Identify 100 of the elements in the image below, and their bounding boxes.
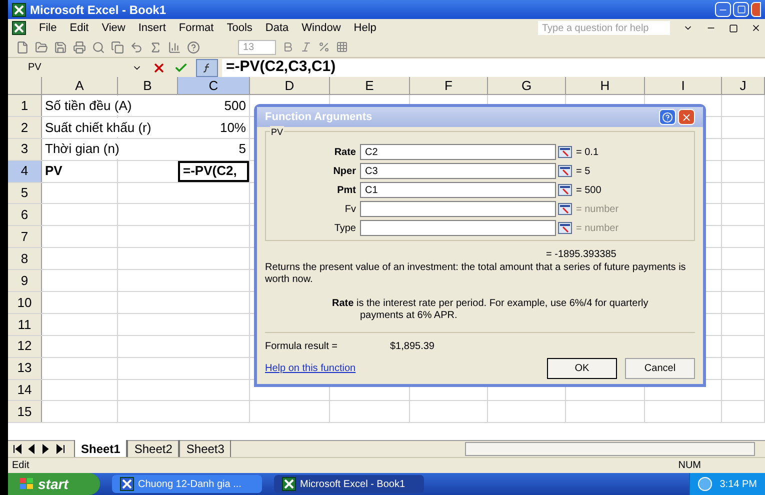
sheet-tab[interactable]: Sheet1 — [74, 440, 128, 458]
function-description: Returns the present value of an investment: the total amount that a series of future payments is worth now. — [265, 262, 687, 286]
bold-icon[interactable] — [282, 41, 294, 53]
row-header[interactable]: 13 — [8, 358, 42, 379]
help-link[interactable]: Help on this function — [265, 361, 356, 376]
row-header[interactable]: 15 — [8, 401, 42, 422]
menu-item[interactable]: Insert — [138, 20, 166, 36]
sheet-tab[interactable]: Sheet3 — [179, 440, 232, 458]
menu-item[interactable]: Data — [265, 20, 289, 36]
row-header[interactable]: 14 — [8, 380, 42, 400]
collapse-dialog-icon[interactable] — [558, 184, 572, 196]
row-header[interactable]: 6 — [8, 204, 42, 226]
taskbar-button[interactable]: Microsoft Excel - Book1 — [274, 475, 424, 493]
name-box[interactable]: PV — [8, 58, 148, 76]
borders-icon[interactable] — [336, 41, 348, 53]
help-icon — [662, 112, 673, 122]
column-header[interactable]: A — [42, 77, 118, 94]
row-header[interactable]: 2 — [8, 116, 42, 138]
status-num: NUM — [678, 459, 701, 473]
menu-item[interactable]: Help — [354, 20, 376, 36]
menu-item[interactable]: File — [39, 20, 57, 36]
taskbar-button[interactable]: Chuong 12-Danh gia ... — [112, 475, 262, 493]
cancel-icon[interactable] — [152, 60, 166, 74]
column-header[interactable]: G — [488, 77, 566, 94]
start-button[interactable]: start — [8, 473, 100, 495]
printer-icon[interactable] — [73, 40, 86, 54]
menu-item[interactable]: Tools — [226, 20, 252, 36]
argument-field[interactable]: C3 — [360, 163, 556, 179]
status-mode: Edit — [12, 459, 30, 473]
column-header[interactable]: H — [566, 77, 645, 94]
column-header[interactable]: C — [178, 77, 250, 94]
chart-icon[interactable] — [168, 40, 181, 54]
menu-item[interactable]: View — [102, 20, 126, 36]
row-header[interactable]: 3 — [8, 138, 42, 160]
save-icon[interactable] — [54, 40, 67, 54]
menu-item[interactable]: Window — [302, 20, 341, 36]
column-header[interactable]: J — [722, 77, 765, 94]
argument-label: Type — [333, 222, 357, 236]
help-icon[interactable] — [187, 40, 200, 54]
restore-icon — [736, 5, 746, 14]
row-header[interactable]: 7 — [8, 226, 42, 248]
collapse-dialog-icon[interactable] — [558, 222, 572, 234]
italic-icon[interactable] — [300, 41, 312, 53]
restore-workbook-icon[interactable] — [729, 24, 738, 32]
dialog-title: Function Arguments — [265, 110, 372, 125]
excel-icon — [12, 2, 26, 16]
table-cell-text: 10% — [218, 118, 247, 137]
close-button[interactable] — [678, 109, 695, 125]
clock: 3:14 PM — [720, 478, 757, 492]
help-button[interactable] — [659, 109, 676, 125]
sigma-icon[interactable] — [149, 40, 162, 54]
column-header[interactable]: E — [330, 77, 410, 94]
copy-icon[interactable] — [111, 40, 124, 54]
undo-icon[interactable] — [130, 40, 143, 54]
row-header[interactable]: 4 — [8, 160, 42, 182]
flag-icon — [20, 478, 34, 490]
restore-button[interactable] — [733, 2, 749, 17]
argument-result: = 5 — [576, 164, 590, 178]
row-header[interactable]: 10 — [8, 292, 42, 313]
horizontal-scrollbar[interactable] — [465, 442, 755, 456]
column-header[interactable]: F — [410, 77, 488, 94]
row-header[interactable]: 11 — [8, 314, 42, 335]
row-header[interactable]: 1 — [8, 95, 42, 116]
menu-item[interactable]: Format — [178, 20, 214, 36]
sheet-tab[interactable]: Sheet2 — [127, 440, 180, 458]
table-cell-text: 500 — [223, 96, 247, 115]
workbook-icon — [12, 21, 26, 35]
row-header[interactable]: 8 — [8, 248, 42, 270]
argument-field[interactable]: C1 — [360, 182, 556, 198]
formula-field[interactable]: =-PV(C2,C3,C1) — [222, 58, 765, 76]
table-cell: =-PV(C2, — [178, 160, 249, 182]
dialog-button[interactable]: Cancel — [625, 358, 695, 379]
argument-label: Nper — [332, 164, 357, 178]
dialog-button[interactable]: OK — [547, 358, 617, 379]
collapse-dialog-icon[interactable] — [558, 146, 572, 158]
close-workbook-icon[interactable] — [751, 23, 761, 33]
argument-field[interactable]: C2 — [360, 144, 556, 160]
argument-result: = number — [576, 222, 619, 236]
argument-description: Rate is the interest rate per period. For example, use 6%/4 for quarterly payments at 6% APR. — [332, 298, 650, 322]
insert-function-button[interactable] — [196, 58, 218, 76]
open-folder-icon[interactable] — [35, 40, 48, 54]
menu-item[interactable]: Edit — [70, 20, 89, 36]
row-header[interactable]: 5 — [8, 182, 42, 204]
column-header[interactable]: I — [645, 77, 722, 94]
close-button[interactable] — [751, 2, 761, 17]
row-header[interactable]: 9 — [8, 270, 42, 292]
enter-icon[interactable] — [174, 60, 188, 74]
new-file-icon[interactable] — [16, 40, 29, 54]
collapse-dialog-icon[interactable] — [558, 165, 572, 177]
argument-field[interactable] — [360, 201, 556, 217]
close-icon — [681, 112, 692, 122]
function-icon — [202, 62, 212, 72]
collapse-dialog-icon[interactable] — [558, 203, 572, 215]
percent-icon[interactable] — [318, 41, 330, 53]
argument-field[interactable] — [360, 220, 556, 236]
row-header[interactable]: 12 — [8, 336, 42, 357]
minimize-button[interactable] — [715, 2, 731, 17]
search-icon[interactable] — [92, 40, 105, 54]
help-field[interactable]: Type a question for help — [538, 21, 670, 35]
column-header[interactable]: D — [250, 77, 330, 94]
